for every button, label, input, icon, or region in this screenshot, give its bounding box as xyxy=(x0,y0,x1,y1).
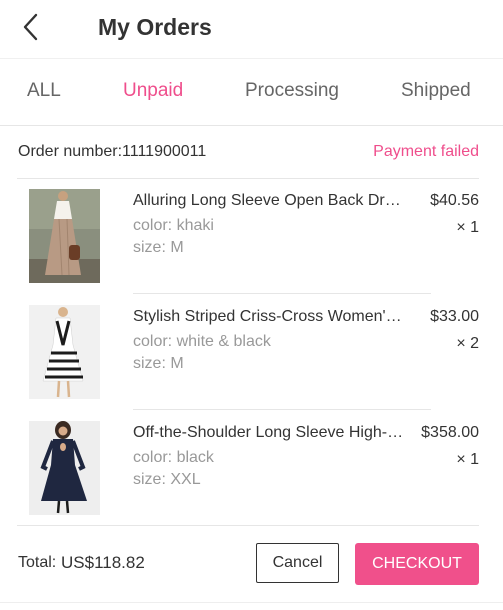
product-quantity: × 2 xyxy=(456,335,479,352)
product-name[interactable]: Off-the-Shoulder Long Sleeve High-Low Dr… xyxy=(133,424,405,442)
order-status: Payment failed xyxy=(373,143,479,160)
total-label: Total: xyxy=(18,554,57,571)
total-value: US$118.82 xyxy=(61,553,145,572)
order-footer: Total: US$118.82 Cancel CHECKOUT xyxy=(17,525,479,602)
order-item: Alluring Long Sleeve Open Back Dress col… xyxy=(17,179,479,295)
item-divider xyxy=(133,293,431,294)
page-title: My Orders xyxy=(98,14,212,40)
product-size: size: M xyxy=(133,355,184,372)
product-image[interactable] xyxy=(29,189,100,283)
app-header: My Orders xyxy=(0,0,503,56)
tab-all[interactable]: ALL xyxy=(27,80,61,102)
product-image[interactable] xyxy=(29,421,100,515)
back-button[interactable] xyxy=(18,12,46,42)
product-quantity: × 1 xyxy=(456,219,479,236)
product-price: $358.00 xyxy=(421,424,479,441)
item-divider xyxy=(133,409,431,410)
product-size: size: XXL xyxy=(133,471,201,488)
product-name[interactable]: Stylish Striped Criss-Cross Women's Dres… xyxy=(133,308,405,326)
product-quantity: × 1 xyxy=(456,451,479,468)
orders-page: My Orders ALL Unpaid Processing Shipped … xyxy=(0,0,503,610)
order-header: Order number:1111900011 Payment failed xyxy=(17,126,479,179)
product-color: color: white & black xyxy=(133,333,271,350)
tab-shipped[interactable]: Shipped xyxy=(401,80,471,102)
dress-photo-black xyxy=(29,421,100,515)
order-item: Stylish Striped Criss-Cross Women's Dres… xyxy=(17,295,479,411)
order-number: Order number:1111900011 xyxy=(18,143,207,160)
product-color: color: black xyxy=(133,449,214,466)
cancel-button[interactable]: Cancel xyxy=(256,543,339,583)
dress-photo-striped xyxy=(29,305,100,399)
product-size: size: M xyxy=(133,239,184,256)
checkout-button[interactable]: CHECKOUT xyxy=(355,543,479,585)
chevron-left-icon xyxy=(23,13,38,41)
tab-processing[interactable]: Processing xyxy=(245,80,339,102)
tab-unpaid[interactable]: Unpaid xyxy=(123,80,183,102)
product-color: color: khaki xyxy=(133,217,214,234)
order-tabs: ALL Unpaid Processing Shipped xyxy=(0,58,503,126)
product-name[interactable]: Alluring Long Sleeve Open Back Dress xyxy=(133,192,405,210)
product-image[interactable] xyxy=(29,305,100,399)
bottom-divider xyxy=(0,602,503,603)
product-price: $33.00 xyxy=(430,308,479,325)
product-price: $40.56 xyxy=(430,192,479,209)
order-item: Off-the-Shoulder Long Sleeve High-Low Dr… xyxy=(17,411,479,527)
dress-photo-khaki xyxy=(29,189,100,283)
